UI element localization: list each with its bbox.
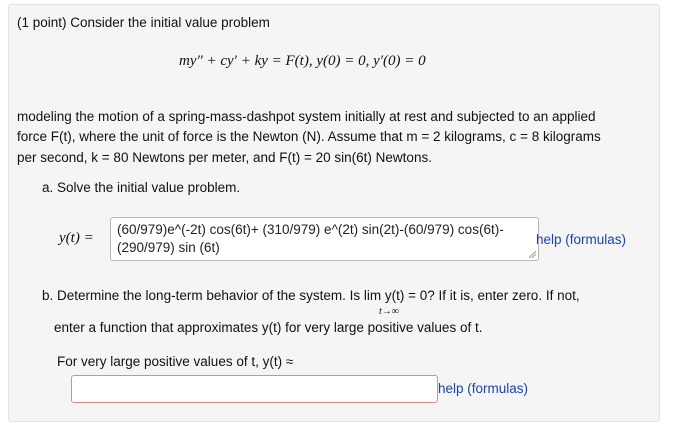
limit-subscript: t→∞ [379, 306, 399, 317]
description-line-2: force F(t), where the unit of force is t… [17, 129, 601, 144]
part-b-answer-field[interactable] [71, 375, 438, 403]
part-a-help-link[interactable]: help (formulas) [536, 232, 626, 247]
resize-handle-icon[interactable] [528, 250, 536, 258]
part-b-label: For very large positive values of t, y(t… [57, 354, 294, 369]
part-a-answer-text: (60/979)e^(-2t) cos(6t)+ (310/979) e^(2t… [117, 222, 504, 255]
problem-equation: my″ + cy′ + ky = F(t), y(0) = 0, y′(0) =… [179, 53, 426, 69]
part-b-prompt-line-2: enter a function that approximates y(t) … [54, 320, 483, 335]
description-line-3: per second, k = 80 Newtons per meter, an… [17, 150, 432, 165]
description-line-1: modeling the motion of a spring-mass-das… [17, 109, 596, 124]
part-a-answer-field[interactable]: (60/979)e^(-2t) cos(6t)+ (310/979) e^(2t… [110, 217, 539, 261]
part-a-prompt: a. Solve the initial value problem. [42, 180, 241, 195]
part-b-help-link[interactable]: help (formulas) [438, 381, 528, 396]
problem-panel: (1 point) Consider the initial value pro… [8, 4, 660, 422]
part-b-prompt-line-1: b. Determine the long-term behavior of t… [42, 288, 580, 303]
part-a-label: y(t) = [59, 230, 94, 246]
problem-intro: (1 point) Consider the initial value pro… [17, 15, 270, 30]
